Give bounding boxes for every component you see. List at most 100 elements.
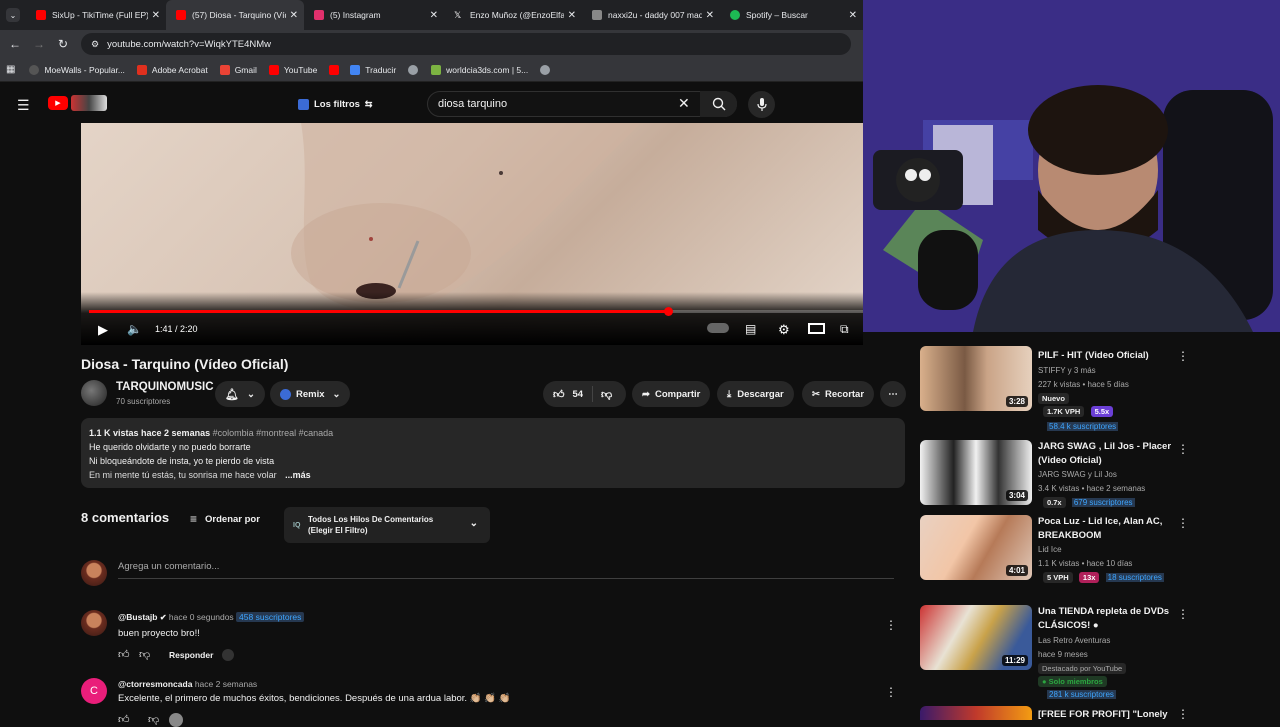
remix-icon (280, 388, 291, 400)
doodle-logo[interactable] (71, 95, 107, 111)
settings-gear-icon[interactable]: ⚙ (778, 322, 790, 338)
comment-author-avatar[interactable]: C (81, 678, 107, 704)
tab-search-icon[interactable]: ⌄ (0, 0, 26, 30)
video-title[interactable]: Una TIENDA repleta de DVDs CLÁSICOS! ● (1038, 605, 1173, 633)
browser-tab[interactable]: Spotify – Buscar ✕ (720, 0, 863, 30)
browser-tab[interactable]: SixUp - TikiTime (Full EP) ✕ (26, 0, 166, 30)
recommended-video[interactable]: 4:01 Poca Luz - Lid Ice, Alan AC, BREAKB… (920, 515, 1200, 585)
video-thumbnail[interactable]: 11:29 (920, 605, 1032, 670)
channel-name[interactable]: TARQUINOMUSIC (116, 381, 214, 393)
browser-tab[interactable]: (5) Instagram ✕ (304, 0, 444, 30)
site-info-icon[interactable]: ⚙ (91, 39, 99, 50)
current-user-avatar[interactable] (81, 560, 107, 586)
video-thumbnail[interactable]: 3:04 (920, 440, 1032, 505)
video-thumbnail[interactable]: 3:28 (920, 346, 1032, 411)
notifications-button[interactable]: 🔔︎ ⌄ (215, 381, 265, 407)
search-button[interactable] (700, 91, 737, 117)
play-button-icon[interactable]: ▶ (98, 322, 108, 338)
theater-mode-icon[interactable] (808, 323, 825, 334)
youtube-logo[interactable]: ▶ (48, 96, 68, 110)
comment-more-icon[interactable]: ⋮ (885, 686, 897, 698)
filters-button[interactable]: Los filtros ⇆ (290, 93, 380, 115)
bookmark-item[interactable]: Gmail (219, 64, 257, 75)
close-tab-icon[interactable]: ✕ (706, 10, 714, 21)
remix-button[interactable]: Remix ⌄ (270, 381, 351, 407)
description-box[interactable]: 1.1 K vistas hace 2 semanas #colombia #m… (81, 418, 905, 488)
bookmark-item[interactable] (540, 64, 555, 75)
voice-search-button[interactable] (748, 91, 775, 118)
video-title[interactable]: JARG SWAG , Lil Jos - Placer (Video Ofic… (1038, 440, 1173, 468)
channel-name[interactable]: Lid Ice (1038, 545, 1062, 554)
autoplay-toggle[interactable] (707, 323, 729, 333)
hashtags[interactable]: #colombia #montreal #canada (213, 428, 334, 438)
download-button[interactable]: ⤓ Descargar (717, 381, 794, 407)
cast-icon[interactable]: ⧉ (840, 322, 849, 337)
channel-name[interactable]: STIFFY y 3 más (1038, 366, 1096, 375)
comment-author[interactable]: @Bustajb (118, 612, 157, 622)
bookmark-item[interactable]: Traducir (350, 64, 396, 75)
forward-arrow-icon[interactable]: → (27, 37, 51, 51)
clear-search-icon[interactable]: ✕ (678, 95, 690, 112)
video-more-icon[interactable]: ⋮ (1177, 517, 1189, 529)
browser-tab[interactable]: 𝕏Enzo Muñoz (@EnzoElfacha✕ (444, 0, 582, 30)
close-tab-icon[interactable]: ✕ (849, 10, 857, 21)
new-badge: Nuevo (1038, 393, 1069, 404)
video-more-icon[interactable]: ⋮ (1177, 443, 1189, 455)
comment-more-icon[interactable]: ⋮ (885, 619, 897, 631)
back-arrow-icon[interactable]: ← (3, 37, 27, 51)
add-comment-input[interactable]: Agrega un comentario... (118, 561, 894, 579)
recommended-video[interactable]: 3:28 PILF - HIT (Video Oficial) STIFFY y… (920, 346, 1200, 431)
video-thumbnail[interactable] (920, 706, 1032, 720)
apps-grid-icon[interactable]: ▦ (6, 64, 15, 75)
video-thumbnail[interactable]: 4:01 (920, 515, 1032, 580)
share-button[interactable]: ➦ Compartir (632, 381, 711, 407)
comment-header: @Bustajb ✔ hace 0 segundos 458 suscripto… (118, 612, 305, 622)
recommended-video[interactable]: 3:04 JARG SWAG , Lil Jos - Placer (Video… (920, 440, 1200, 510)
close-tab-icon[interactable]: ✕ (290, 10, 298, 21)
channel-avatar[interactable] (81, 380, 107, 406)
comment-author[interactable]: @ctorresmoncada (118, 679, 192, 689)
channel-name[interactable]: Las Retro Aventuras (1038, 636, 1110, 645)
captions-icon[interactable]: ▤ (745, 322, 756, 336)
comment-time[interactable]: hace 2 semanas (195, 679, 257, 689)
video-title[interactable]: PILF - HIT (Video Oficial) (1038, 349, 1173, 363)
comment-filter-dropdown[interactable]: IQ Todos Los Hilos De Comentarios (Elegi… (284, 507, 490, 543)
recommended-video[interactable]: 11:29 Una TIENDA repleta de DVDs CLÁSICO… (920, 605, 1200, 700)
channel-name[interactable]: JARG SWAG y Lil Jos (1038, 470, 1117, 479)
comment-author-avatar[interactable] (81, 610, 107, 636)
thumbs-up-icon[interactable]: 👍︎ (118, 648, 130, 661)
extension-icon[interactable] (222, 649, 234, 661)
search-input[interactable]: diosa tarquino ✕ (427, 91, 737, 117)
progress-scrubber[interactable] (663, 307, 673, 316)
menu-icon[interactable]: ☰ (17, 97, 30, 114)
bookmark-item[interactable]: worldcia3ds.com | 5... (431, 64, 528, 75)
thumbs-down-icon[interactable]: 👎︎ (139, 648, 150, 661)
video-more-icon[interactable]: ⋮ (1177, 608, 1189, 620)
more-actions-button[interactable]: ⋯ (880, 381, 906, 407)
sort-by-button[interactable]: ≡ Ordenar por (190, 512, 260, 526)
volume-icon[interactable]: 🔈 (127, 322, 142, 336)
video-more-icon[interactable]: ⋮ (1177, 708, 1189, 720)
browser-tab-active[interactable]: (57) Diosa - Tarquino (Vídeo✕ (166, 0, 304, 30)
bookmark-item[interactable]: YouTube (268, 64, 317, 75)
close-tab-icon[interactable]: ✕ (430, 10, 438, 21)
reply-button[interactable]: Responder (169, 650, 213, 660)
clip-button[interactable]: ✂ Recortar (802, 381, 875, 407)
progress-played (89, 310, 666, 313)
video-more-icon[interactable]: ⋮ (1177, 350, 1189, 362)
browser-tab[interactable]: naxxi2u - daddy 007 maquina✕ (582, 0, 720, 30)
bookmark-item[interactable] (408, 64, 423, 75)
like-button[interactable]: 👍︎ 54 (543, 386, 593, 402)
bookmark-item[interactable] (329, 64, 344, 75)
address-bar[interactable]: ⚙ youtube.com/watch?v=WiqkYTE4NMw (81, 33, 851, 55)
close-tab-icon[interactable]: ✕ (152, 10, 160, 21)
recommended-video[interactable]: [FREE FOR PROFIT] "Lonely (920, 706, 1200, 720)
comment-time[interactable]: hace 0 segundos (169, 612, 234, 622)
thumbs-down-icon[interactable]: 👎︎ (601, 388, 612, 401)
show-more-link[interactable]: ...más (285, 470, 311, 480)
close-tab-icon[interactable]: ✕ (568, 10, 576, 21)
reload-icon[interactable]: ↻ (51, 37, 75, 51)
bookmark-item[interactable]: MoeWalls - Popular... (29, 64, 125, 75)
bookmark-item[interactable]: Adobe Acrobat (136, 64, 208, 75)
video-title[interactable]: Poca Luz - Lid Ice, Alan AC, BREAKBOOM (1038, 515, 1173, 543)
